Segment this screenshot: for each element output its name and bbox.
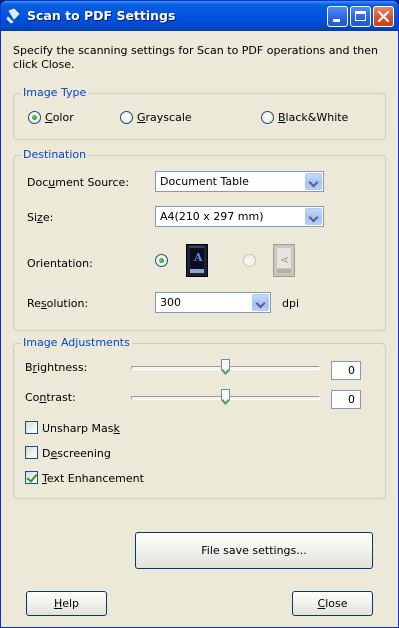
resolution-select[interactable]: 300: [155, 292, 271, 313]
maximize-icon: [355, 11, 366, 21]
image-type-group: Image Type Color Grayscale Black&White: [13, 86, 386, 140]
dialog-window: Scan to PDF Settings Specify the scannin…: [0, 0, 399, 628]
title-bar[interactable]: Scan to PDF Settings: [1, 1, 398, 31]
color-label[interactable]: Color: [45, 111, 74, 124]
close-icon: [377, 10, 390, 23]
resolution-unit: dpi: [282, 297, 300, 310]
help-button[interactable]: Help: [26, 591, 107, 616]
image-adjustments-label: Image Adjustments: [21, 336, 132, 349]
svg-text:A: A: [281, 256, 291, 263]
chevron-down-icon[interactable]: [305, 208, 322, 225]
image-adjustments-group: Image Adjustments Brightness: 0 Contrast…: [13, 336, 386, 499]
document-source-value: Document Table: [160, 175, 249, 188]
maximize-button[interactable]: [350, 6, 371, 27]
destination-group: Destination Document Source: Document Ta…: [13, 148, 386, 331]
unsharp-mask-checkbox[interactable]: [25, 421, 38, 434]
document-source-select[interactable]: Document Table: [155, 171, 324, 192]
file-save-settings-label: File save settings...: [201, 544, 307, 557]
minimize-button[interactable]: [327, 6, 348, 27]
chevron-down-icon[interactable]: [305, 173, 322, 190]
resolution-value: 300: [160, 296, 181, 309]
text-enhancement-label[interactable]: Text Enhancement: [42, 472, 144, 485]
color-radio[interactable]: [28, 111, 41, 124]
black-white-label[interactable]: Black&White: [278, 111, 348, 124]
close-label: Close: [317, 597, 348, 610]
grayscale-radio[interactable]: [120, 111, 133, 124]
landscape-orientation-icon[interactable]: A: [273, 244, 295, 277]
destination-label: Destination: [21, 148, 89, 161]
help-label: Help: [53, 597, 80, 610]
brightness-label: Brightness:: [25, 361, 88, 374]
close-button[interactable]: Close: [292, 591, 373, 616]
black-white-radio[interactable]: [261, 111, 274, 124]
minimize-icon: [333, 19, 340, 22]
descreening-checkbox[interactable]: [25, 446, 38, 459]
dialog-content: Specify the scanning settings for Scan t…: [1, 31, 398, 627]
file-save-settings-button[interactable]: File save settings...: [135, 532, 373, 569]
intro-text: Specify the scanning settings for Scan t…: [13, 44, 378, 71]
resolution-label: Resolution:: [27, 297, 89, 310]
svg-text:A: A: [193, 251, 203, 264]
grayscale-label[interactable]: Grayscale: [137, 111, 192, 124]
contrast-slider-thumb[interactable]: [221, 389, 230, 405]
portrait-radio[interactable]: [155, 254, 168, 267]
landscape-radio[interactable]: [243, 254, 256, 267]
close-window-button[interactable]: [373, 6, 394, 27]
size-label: Size:: [27, 211, 54, 224]
chevron-down-icon[interactable]: [252, 294, 269, 311]
unsharp-mask-label[interactable]: Unsharp Mask: [42, 422, 120, 435]
text-enhancement-checkbox[interactable]: [25, 471, 38, 484]
portrait-orientation-icon[interactable]: A: [186, 244, 208, 277]
document-source-label: Document Source:: [27, 176, 129, 189]
image-type-label: Image Type: [21, 86, 89, 99]
size-value: A4(210 x 297 mm): [160, 210, 264, 223]
orientation-label: Orientation:: [27, 257, 93, 270]
brightness-slider-thumb[interactable]: [221, 359, 230, 375]
size-select[interactable]: A4(210 x 297 mm): [155, 206, 324, 227]
contrast-value-field[interactable]: 0: [331, 390, 361, 409]
contrast-label: Contrast:: [25, 391, 76, 404]
scanner-icon: [6, 8, 20, 24]
brightness-value-field[interactable]: 0: [331, 361, 361, 380]
descreening-label[interactable]: Descreening: [42, 447, 111, 460]
window-title: Scan to PDF Settings: [27, 8, 176, 23]
